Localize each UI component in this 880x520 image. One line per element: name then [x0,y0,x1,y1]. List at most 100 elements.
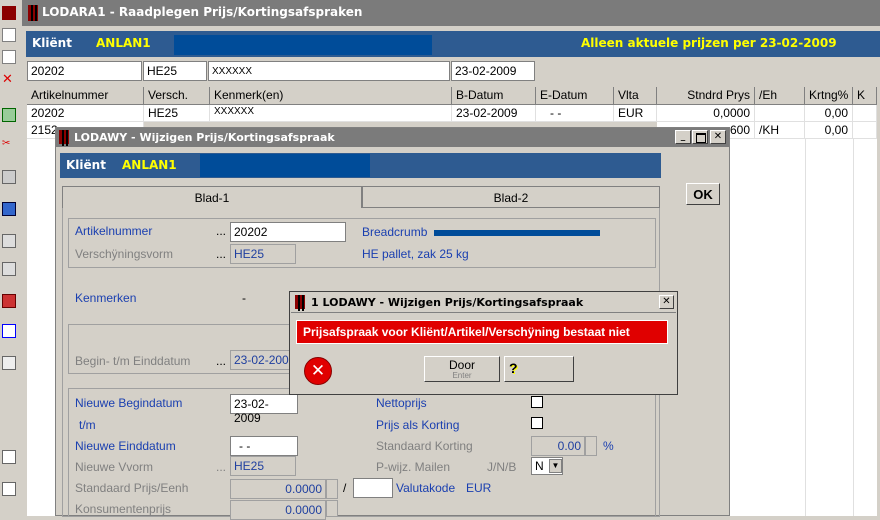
list-icon[interactable] [2,234,16,248]
klient-label: Kliënt [32,36,72,50]
cell-eh: /KH [755,122,805,139]
prijs-als-korting-checkbox[interactable] [531,417,543,429]
artikelnummer-label: Artikelnummer [75,224,153,238]
nieuwe-vorm-field: HE25 [230,456,296,476]
kenmerken-label: Kenmerken [75,291,137,305]
sub-klient-code: ANLAN1 [122,158,177,172]
filter-kenmerk-input[interactable]: XXXXXX [208,61,450,81]
dots: ... [216,460,227,474]
calc-icon[interactable] [2,356,16,370]
standaard-korting-spinner[interactable] [585,436,597,456]
tab-blad-2[interactable]: Blad-2 [362,186,660,208]
door-button[interactable]: Door Enter [424,356,500,382]
klient-code: ANLAN1 [96,36,151,50]
pwijz-value: N [535,459,544,473]
prijs-als-korting-label: Prijs als Korting [376,418,460,432]
error-dialog: 1 LODAWY - Wijzigen Prijs/Kortingsafspra… [289,291,678,395]
percent-label: % [603,439,614,453]
col-stndrd-prys[interactable]: Stndrd Prys [657,87,755,105]
page2-icon[interactable] [2,482,16,496]
cell-bdatum: 23-02-2009 [452,105,536,122]
konsumentenprijs-spinner[interactable] [326,500,338,517]
col-vlta[interactable]: Vlta [614,87,657,105]
standaard-korting-field: 0.00 [531,436,585,456]
col-kenmerken[interactable]: Kenmerk(en) [210,87,452,105]
dialog-title: 1 LODAWY - Wijzigen Prijs/Kortingsafspra… [311,296,584,309]
col-artikelnummer[interactable]: Artikelnummer [27,87,144,105]
cut-icon[interactable]: ✂ [2,138,16,152]
sub-klient-label: Kliënt [66,158,106,172]
standaard-prijs-field: 0.0000 [230,479,326,499]
app-icon[interactable] [2,6,16,20]
standaard-prijs-spinner[interactable] [326,479,338,499]
cell-versch: HE25 [144,105,210,122]
sub-titlebar: LODAWY - Wijzigen Prijs/Kortingsafspraak… [56,128,729,147]
dots: ... [216,247,227,261]
chevron-down-icon[interactable]: ▼ [549,459,562,473]
document-icon[interactable] [2,50,16,64]
maximize-button[interactable] [692,130,708,144]
pwijz-select[interactable]: N ▼ [531,457,563,475]
nettoprijs-checkbox[interactable] [531,396,543,408]
artikel-desc-redacted [434,230,600,236]
tab-blad-1[interactable]: Blad-1 [62,186,362,208]
standaard-korting-label: Standaard Korting [376,439,473,453]
verschijningsvorm-field: HE25 [230,244,296,264]
new-icon[interactable] [2,28,16,42]
tm-label: t/m [79,418,96,432]
filter-icon[interactable] [2,262,16,276]
form-icon[interactable] [2,324,16,338]
sub-logo-icon [59,130,69,146]
col-eh[interactable]: /Eh [755,87,805,105]
print-icon[interactable] [2,170,16,184]
cell-vlta: EUR [614,105,657,122]
col-versch[interactable]: Versch. [144,87,210,105]
main-titlebar: LODARA1 - Raadplegen Prijs/Kortingsafspr… [22,0,880,26]
delete-icon[interactable]: ✕ [2,72,16,86]
ok-button[interactable]: OK [686,183,720,205]
verschijningsvorm-label: Verschÿningsvorm [75,247,174,261]
door-label: Door [448,358,475,372]
col-b-datum[interactable]: B-Datum [452,87,536,105]
standaard-prijs-label: Standaard Prijs/Eenh [75,481,189,495]
artikelnummer-input[interactable]: 20202 [230,222,346,242]
valutakode-value: EUR [466,481,492,495]
error-message: Prijsafspraak voor Kliënt/Artikel/Versch… [296,320,668,344]
dialog-close-button[interactable]: ✕ [659,295,674,309]
col-e-datum[interactable]: E-Datum [536,87,614,105]
cell-prys: 0,0000 [657,105,755,122]
jnb-label: J/N/B [487,460,517,474]
save-icon[interactable] [2,108,16,122]
dialog-logo-icon [295,295,305,311]
breadcrumb: Breadcrumb [362,225,428,239]
filter-versch-input[interactable]: HE25 [143,61,207,81]
page-icon[interactable] [2,450,16,464]
stop-icon[interactable] [2,294,16,308]
begin-einddatum-label: Begin- t/m Einddatum [75,354,191,368]
filter-artikel-input[interactable]: 20202 [27,61,142,81]
nieuwe-einddatum-label: Nieuwe Einddatum [75,439,176,453]
grid-header: Artikelnummer Versch. Kenmerk(en) B-Datu… [27,87,877,105]
nieuwe-einddatum-input[interactable]: - - [230,436,298,456]
dialog-titlebar: 1 LODAWY - Wijzigen Prijs/Kortingsafspra… [291,293,676,313]
filter-date-input[interactable]: 23-02-2009 [451,61,535,81]
table-row[interactable]: 20202 HE25 XXXXXX 23-02-2009 - - EUR 0,0… [27,105,877,122]
valutakode-label: Valutakode [396,481,456,495]
window-icon[interactable] [2,202,16,216]
nieuwe-begindatum-input[interactable]: 23-02-2009 [230,394,298,425]
dots: ... [216,224,227,238]
help-button[interactable]: ? [504,356,574,382]
col-krtng[interactable]: Krtng% [805,87,853,105]
cell-krtng: 0,00 [805,122,853,139]
cell-eh [755,105,805,122]
cell-kenmerk: XXXXXX [210,105,452,122]
col-k[interactable]: K [853,87,877,105]
error-icon: ✕ [304,357,332,385]
minimize-button[interactable]: _ [675,130,691,144]
eenheid-input[interactable] [353,478,393,498]
konsumentenprijs-field: 0.0000 [230,500,326,520]
cell-krtng: 0,00 [805,105,853,122]
left-toolbar: ✕ ✂ [0,0,23,516]
konsumentenprijs-label: Konsumentenprijs [75,502,172,516]
close-button[interactable]: ✕ [710,130,726,144]
